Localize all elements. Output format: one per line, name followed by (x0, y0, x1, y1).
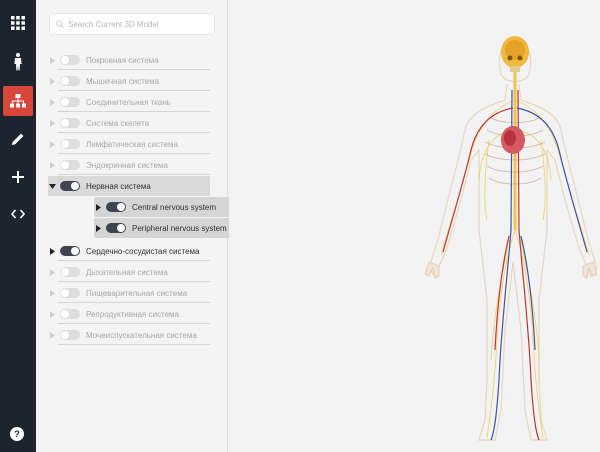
system-label: Нервная система (86, 181, 151, 191)
grid-menu-button[interactable] (3, 8, 33, 38)
caret-right-icon[interactable] (94, 203, 102, 211)
3d-viewport[interactable] (229, 0, 600, 452)
caret-right-icon[interactable] (48, 140, 56, 148)
visibility-toggle[interactable] (60, 246, 80, 256)
search-box (49, 13, 215, 35)
caret-right-icon[interactable] (48, 119, 56, 127)
caret-right-icon[interactable] (48, 56, 56, 64)
visibility-toggle[interactable] (60, 267, 80, 277)
visibility-toggle[interactable] (60, 76, 80, 86)
draw-button[interactable] (3, 124, 33, 154)
pencil-icon (12, 133, 24, 145)
tree-item-nervous[interactable]: Нервная система (48, 176, 210, 196)
system-label: Мочеиспускательная система (86, 330, 197, 340)
visibility-toggle[interactable] (60, 55, 80, 65)
visibility-toggle[interactable] (106, 202, 126, 212)
hierarchy-icon (10, 94, 26, 108)
anatomy-model[interactable] (229, 0, 600, 452)
visibility-toggle[interactable] (60, 309, 80, 319)
tree-item-respiratory[interactable]: Дыхательная система (48, 262, 210, 282)
systems-panel: Покровная система Мышечная система Соеди… (36, 0, 260, 452)
visibility-toggle[interactable] (106, 223, 126, 233)
caret-right-icon[interactable] (48, 77, 56, 85)
tree-item-endocrine[interactable]: Эндокринная система (48, 155, 210, 175)
left-toolbar: ? (0, 0, 36, 452)
system-label: Покровная система (86, 55, 159, 65)
embed-code-button[interactable] (3, 199, 33, 229)
system-label: Пищеварительная система (86, 288, 188, 298)
tree-item-digestive[interactable]: Пищеварительная система (48, 283, 210, 303)
human-figure-icon (14, 53, 22, 71)
visibility-toggle[interactable] (60, 139, 80, 149)
caret-right-icon[interactable] (48, 331, 56, 339)
caret-right-icon[interactable] (48, 161, 56, 169)
visibility-toggle[interactable] (60, 330, 80, 340)
caret-right-icon[interactable] (48, 247, 56, 255)
system-label: Соединительная ткань (86, 97, 171, 107)
visibility-toggle[interactable] (60, 288, 80, 298)
tree-item-integumentary[interactable]: Покровная система (48, 50, 210, 70)
visibility-toggle[interactable] (60, 118, 80, 128)
search-icon (56, 20, 64, 28)
add-button[interactable] (3, 162, 33, 192)
tree-item-peripheral-nervous[interactable]: Peripheral nervous system (94, 218, 246, 238)
system-label: Сердечно-сосудистая система (86, 246, 200, 256)
anatomy-button[interactable] (3, 47, 33, 77)
subsystem-label: Central nervous system (132, 202, 217, 212)
plus-icon (12, 171, 24, 183)
visibility-toggle[interactable] (60, 181, 80, 191)
caret-right-icon[interactable] (48, 310, 56, 318)
systems-tree-button[interactable] (3, 86, 33, 116)
code-icon (11, 209, 25, 219)
tree-item-urinary[interactable]: Мочеиспускательная система (48, 325, 210, 345)
subsystem-label: Peripheral nervous system (132, 223, 227, 233)
system-label: Мышечная система (86, 76, 160, 86)
tree-item-central-nervous[interactable]: Central nervous system (94, 197, 246, 217)
system-label: Дыхательная система (86, 267, 168, 277)
system-label: Лимфатическая система (86, 139, 178, 149)
caret-down-icon[interactable] (48, 182, 56, 190)
help-button[interactable]: ? (10, 427, 24, 441)
tree-item-connective-tissue[interactable]: Соединительная ткань (48, 92, 210, 112)
heart (501, 126, 525, 154)
tree-item-reproductive[interactable]: Репродуктивная система (48, 304, 210, 324)
tree-item-lymphatic[interactable]: Лимфатическая система (48, 134, 210, 154)
caret-right-icon[interactable] (48, 98, 56, 106)
tree-item-cardiovascular[interactable]: Сердечно-сосудистая система (48, 241, 210, 261)
caret-right-icon[interactable] (48, 268, 56, 276)
search-input[interactable] (68, 19, 208, 29)
tree-item-muscular[interactable]: Мышечная система (48, 71, 210, 91)
visibility-toggle[interactable] (60, 160, 80, 170)
caret-right-icon[interactable] (48, 289, 56, 297)
tree-item-skeletal[interactable]: Система скелета (48, 113, 210, 133)
system-label: Эндокринная система (86, 160, 168, 170)
grid-icon (11, 16, 25, 30)
system-label: Репродуктивная система (86, 309, 179, 319)
skull (501, 36, 529, 72)
system-label: Система скелета (86, 118, 150, 128)
body-silhouette (428, 39, 598, 441)
caret-right-icon[interactable] (94, 224, 102, 232)
visibility-toggle[interactable] (60, 97, 80, 107)
